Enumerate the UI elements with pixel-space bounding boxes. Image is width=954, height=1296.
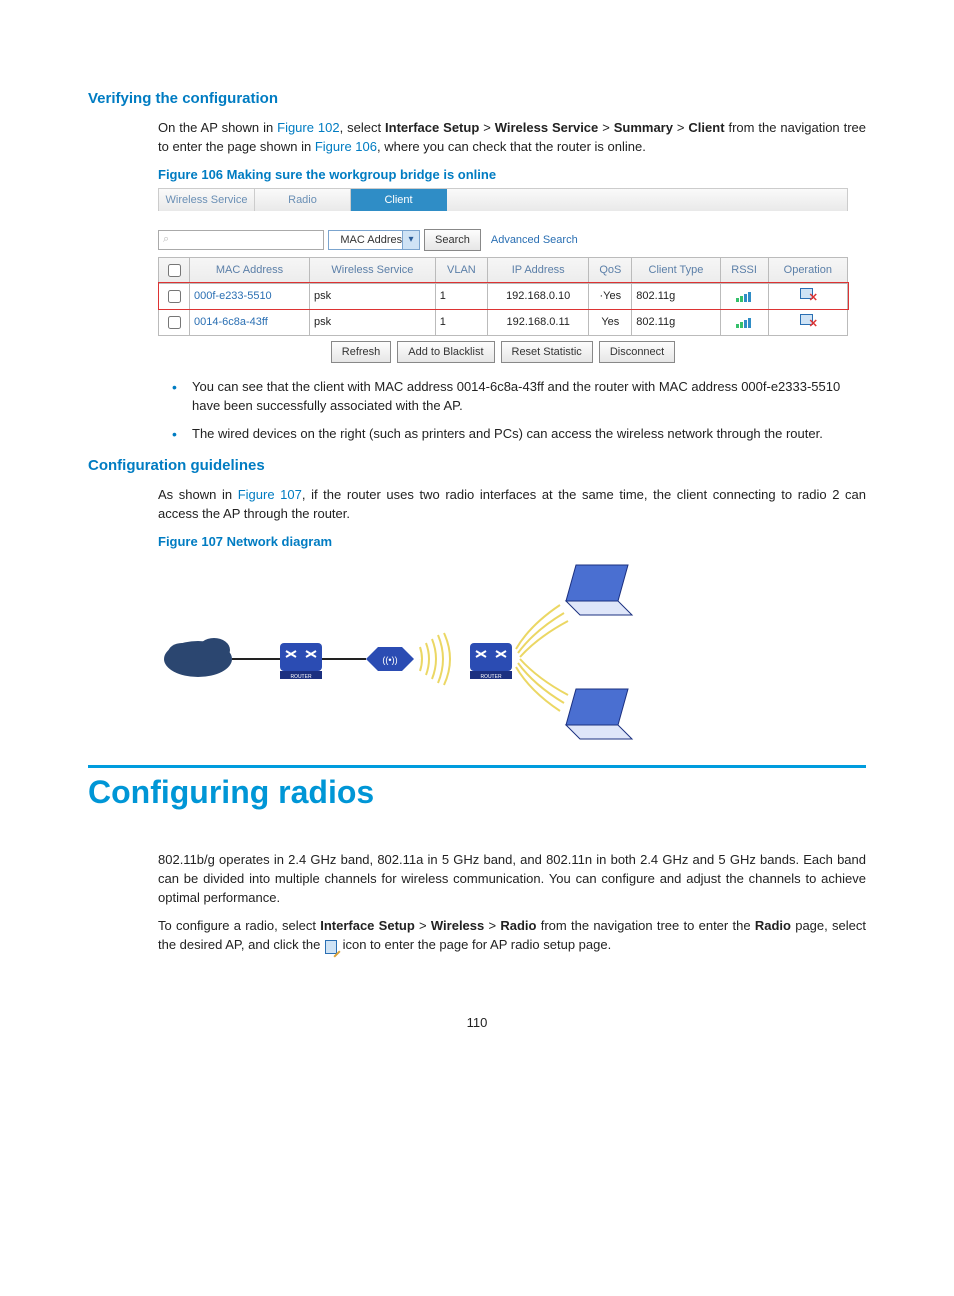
search-button[interactable]: Search (424, 229, 481, 251)
tab-radio[interactable]: Radio (255, 189, 351, 211)
table-row: 000f-e233-5510 psk 1 192.168.0.10 ·Yes 8… (159, 283, 848, 309)
text: > (673, 120, 688, 135)
text: On the AP shown in (158, 120, 277, 135)
heading-verifying: Verifying the configuration (88, 90, 866, 107)
tab-fill (447, 189, 847, 211)
link-figure-102[interactable]: Figure 102 (277, 120, 339, 135)
edit-icon (324, 939, 339, 953)
text: > (598, 120, 613, 135)
col-rssi: RSSI (720, 257, 768, 283)
cell-rssi (720, 309, 768, 335)
advanced-search-link[interactable]: Advanced Search (485, 234, 578, 246)
signal-icon (736, 316, 752, 328)
text: As shown in (158, 487, 238, 502)
link-figure-106[interactable]: Figure 106 (315, 139, 377, 154)
col-mac[interactable]: MAC Address (190, 257, 310, 283)
bold: Summary (614, 120, 673, 135)
disconnect-icon[interactable]: ✕ (800, 288, 816, 302)
text: , where you can check that the router is… (377, 139, 646, 154)
cell-op[interactable]: ✕ (768, 309, 847, 335)
table-header-row: MAC Address Wireless Service VLAN IP Add… (159, 257, 848, 283)
list-item: You can see that the client with MAC add… (192, 377, 866, 416)
col-ip: IP Address (488, 257, 589, 283)
col-check (159, 257, 190, 283)
bold: Client (688, 120, 724, 135)
figure-107-caption: Figure 107 Network diagram (158, 534, 866, 549)
heading-guidelines: Configuration guidelines (88, 457, 866, 474)
section-rule (88, 765, 866, 768)
tab-wireless-service[interactable]: Wireless Service (159, 189, 255, 211)
cell-check (159, 283, 190, 309)
col-op: Operation (768, 257, 847, 283)
text: icon to enter the page for AP radio setu… (339, 937, 611, 952)
para-verifying: On the AP shown in Figure 102, select In… (88, 119, 866, 157)
cell-ip: 192.168.0.10 (488, 283, 589, 309)
cell-ct: 802.11g (632, 283, 720, 309)
figure-106-screenshot: Wireless Service Radio Client ⌕ MAC Addr… (158, 188, 848, 363)
select-value: MAC Address (340, 234, 407, 246)
cell-mac[interactable]: 000f-e233-5510 (190, 283, 310, 309)
col-ct: Client Type (632, 257, 720, 283)
col-ws: Wireless Service (309, 257, 435, 283)
bullet-list: You can see that the client with MAC add… (158, 377, 866, 444)
bold: Radio (755, 918, 791, 933)
cell-ct: 802.11g (632, 309, 720, 335)
cell-qos: ·Yes (589, 283, 632, 309)
search-input[interactable]: ⌕ (158, 230, 324, 250)
chevron-down-icon: ▾ (402, 231, 419, 249)
search-row: ⌕ MAC Address ▾ Search Advanced Search (158, 229, 848, 251)
bold: Wireless (431, 918, 484, 933)
cell-ip: 192.168.0.11 (488, 309, 589, 335)
heading-configuring-radios: Configuring radios (88, 774, 866, 811)
table-row: 0014-6c8a-43ff psk 1 192.168.0.11 Yes 80… (159, 309, 848, 335)
cell-op[interactable]: ✕ (768, 283, 847, 309)
cell-ws: psk (309, 309, 435, 335)
disconnect-button[interactable]: Disconnect (599, 341, 675, 363)
cell-vlan: 1 (435, 309, 487, 335)
row-checkbox[interactable] (168, 290, 181, 303)
cell-mac[interactable]: 0014-6c8a-43ff (190, 309, 310, 335)
tab-bar: Wireless Service Radio Client (158, 188, 848, 211)
reset-stat-button[interactable]: Reset Statistic (501, 341, 593, 363)
para-radios-2: To configure a radio, select Interface S… (88, 917, 866, 955)
tab-client[interactable]: Client (351, 189, 447, 211)
action-buttons: Refresh Add to Blacklist Reset Statistic… (158, 341, 848, 363)
figure-106-caption: Figure 106 Making sure the workgroup bri… (158, 167, 866, 182)
client-table: MAC Address Wireless Service VLAN IP Add… (158, 257, 848, 336)
search-field-select[interactable]: MAC Address ▾ (328, 230, 420, 250)
col-vlan: VLAN (435, 257, 487, 283)
text: To configure a radio, select (158, 918, 320, 933)
para-guidelines: As shown in Figure 107, if the router us… (88, 486, 866, 524)
row-checkbox[interactable] (168, 316, 181, 329)
cell-qos: Yes (589, 309, 632, 335)
text: > (415, 918, 431, 933)
svg-text:((•)): ((•)) (382, 655, 397, 665)
blacklist-button[interactable]: Add to Blacklist (397, 341, 494, 363)
search-icon: ⌕ (163, 233, 169, 246)
svg-text:ROUTER: ROUTER (290, 674, 312, 680)
signal-icon (736, 290, 752, 302)
bold: Wireless Service (495, 120, 599, 135)
bold: Interface Setup (385, 120, 479, 135)
text: > (484, 918, 500, 933)
page-number: 110 (88, 1015, 866, 1030)
select-all-checkbox[interactable] (168, 264, 181, 277)
disconnect-icon[interactable]: ✕ (800, 314, 816, 328)
cell-rssi (720, 283, 768, 309)
para-radios-1: 802.11b/g operates in 2.4 GHz band, 802.… (88, 851, 866, 908)
list-item: The wired devices on the right (such as … (192, 424, 866, 444)
figure-107-diagram: ROUTER ((•)) ROUT (158, 555, 658, 745)
link-figure-107[interactable]: Figure 107 (238, 487, 302, 502)
col-qos: QoS (589, 257, 632, 283)
text: > (479, 120, 494, 135)
bold: Radio (500, 918, 536, 933)
cell-check (159, 309, 190, 335)
svg-text:ROUTER: ROUTER (480, 674, 502, 680)
refresh-button[interactable]: Refresh (331, 341, 392, 363)
bold: Interface Setup (320, 918, 415, 933)
text: , select (340, 120, 385, 135)
cell-vlan: 1 (435, 283, 487, 309)
cell-ws: psk (309, 283, 435, 309)
text: from the navigation tree to enter the (536, 918, 754, 933)
